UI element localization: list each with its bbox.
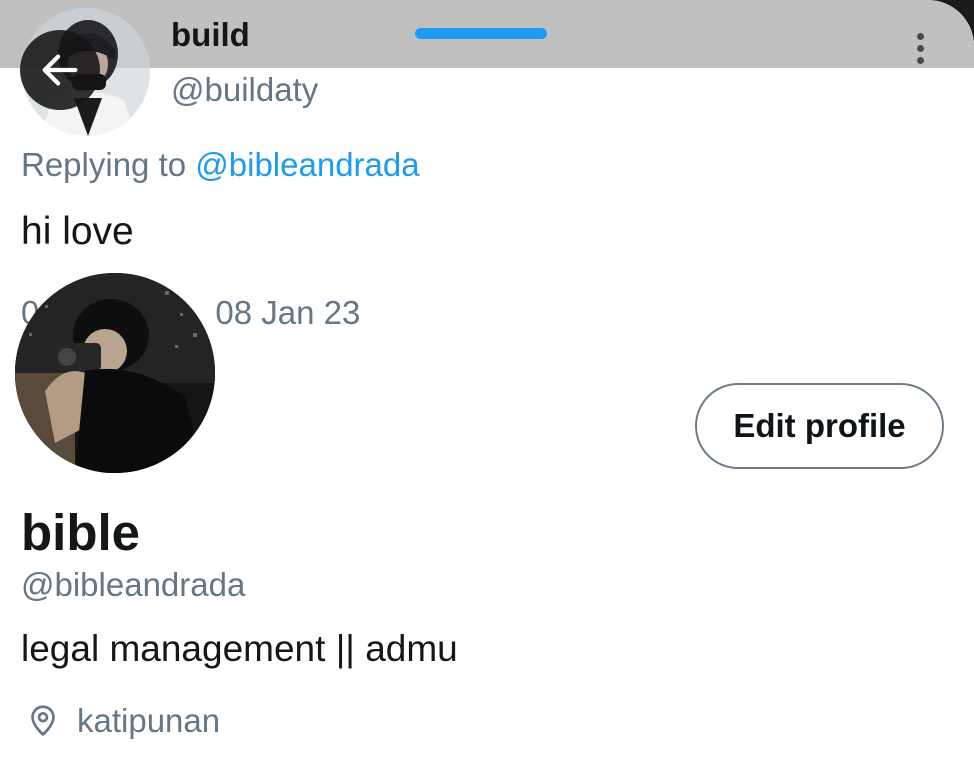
- tweet-author-handle: @buildaty: [171, 71, 319, 108]
- profile-bio: legal management || admu: [21, 628, 458, 669]
- more-options-button[interactable]: [900, 26, 940, 70]
- tweet-text: hi love: [21, 210, 134, 253]
- tweet-author-name[interactable]: build: [171, 16, 250, 54]
- profile-display-name: bible: [21, 504, 141, 561]
- profile-location: katipunan: [25, 702, 220, 740]
- more-vertical-icon-dot: [916, 56, 924, 64]
- replying-to-line: Replying to @bibleandrada: [21, 146, 420, 184]
- back-button[interactable]: [20, 30, 100, 110]
- location-label: katipunan: [77, 702, 221, 739]
- more-vertical-icon: [916, 32, 924, 40]
- replying-to-mention-link[interactable]: @bibleandrada: [195, 146, 419, 183]
- scroll-indicator: [415, 28, 547, 39]
- arrow-left-icon: [42, 54, 78, 86]
- location-pin-icon: [31, 705, 55, 736]
- profile-avatar-image: [15, 273, 215, 473]
- profile-screen: build @buildaty Replying to @bibleandrad…: [0, 0, 974, 774]
- profile-handle: @bibleandrada: [21, 566, 246, 603]
- edit-profile-button[interactable]: Edit profile: [695, 383, 944, 469]
- more-vertical-icon-dot: [916, 44, 924, 52]
- timestamp-date: 08 Jan 23: [215, 294, 361, 331]
- replying-to-label: Replying to: [21, 146, 196, 183]
- profile-avatar[interactable]: [15, 273, 215, 473]
